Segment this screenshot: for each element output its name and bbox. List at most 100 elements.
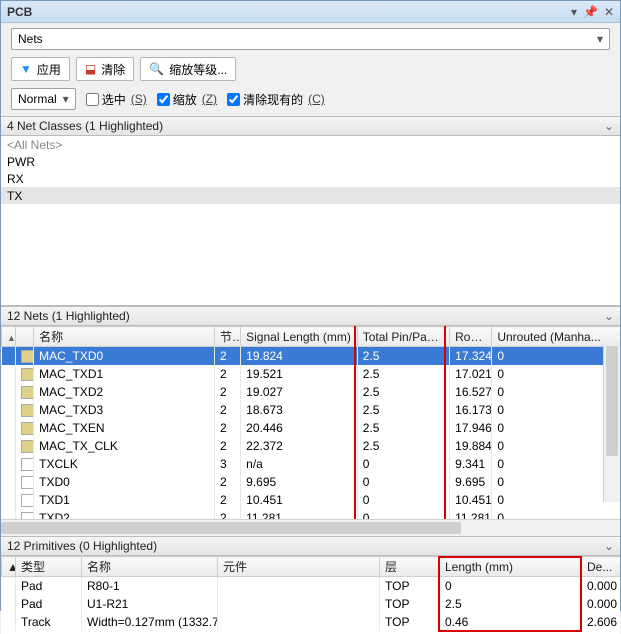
primitives-header-text: 12 Primitives (0 Highlighted)	[7, 539, 157, 553]
primitives-scroll[interactable]: ▲ 类型 名称 元件 层 Length (mm) De... PadR80-1T…	[1, 556, 620, 634]
primitives-section-header[interactable]: 12 Primitives (0 Highlighted) ⌄	[1, 536, 620, 556]
cell	[2, 365, 16, 383]
nets-row[interactable]: MAC_TXD1219.5212.517.0210	[2, 365, 621, 383]
net-color-swatch[interactable]	[21, 350, 34, 363]
nets-horizontal-scrollbar[interactable]	[1, 519, 620, 536]
cell: TXD1	[34, 491, 215, 509]
chevron-down-icon[interactable]: ⌄	[604, 539, 614, 553]
dropdown-icon[interactable]: ▾	[571, 5, 577, 19]
net-color-swatch[interactable]	[21, 404, 34, 417]
net-color-swatch[interactable]	[21, 386, 34, 399]
nets-row[interactable]: TXCLK3n/a09.3410	[2, 455, 621, 473]
nets-vertical-scrollbar[interactable]	[603, 346, 620, 502]
nets-row[interactable]: MAC_TXD3218.6732.516.1730	[2, 401, 621, 419]
nets-row[interactable]: TXD1210.451010.4510	[2, 491, 621, 509]
cell: 22.372	[241, 437, 358, 455]
cell	[2, 401, 16, 419]
clear-label: 清除	[101, 61, 125, 78]
primitives-header-row: ▲ 类型 名称 元件 层 Length (mm) De...	[2, 557, 621, 577]
cell	[16, 383, 34, 401]
netclass-row[interactable]: RX	[1, 170, 620, 187]
net-color-swatch[interactable]	[21, 476, 34, 489]
col-rout[interactable]: Rout...	[450, 327, 492, 347]
nets-row[interactable]: MAC_TX_CLK222.3722.519.8840	[2, 437, 621, 455]
display-mode-combo[interactable]: Normal ▾	[11, 88, 76, 110]
cell: 0	[492, 437, 620, 455]
netclass-list[interactable]: <All Nets>PWRRXTX	[1, 136, 620, 306]
display-mode-value: Normal	[18, 92, 57, 106]
primitive-row[interactable]: TrackWidth=0.127mm (1332.768mTOP0.462.60…	[2, 613, 621, 631]
cell: 19.027	[241, 383, 358, 401]
close-icon[interactable]: ✕	[604, 5, 614, 19]
cell: 2.5	[357, 347, 449, 365]
netclass-row[interactable]: <All Nets>	[1, 136, 620, 153]
net-color-swatch[interactable]	[21, 458, 34, 471]
cell: 2.606	[582, 613, 621, 631]
cell	[218, 577, 380, 595]
nets-row[interactable]: MAC_TXD2219.0272.516.5270	[2, 383, 621, 401]
net-color-swatch[interactable]	[21, 440, 34, 453]
panel-mode-dropdown[interactable]: Nets ▾	[11, 28, 610, 50]
col-unrouted[interactable]: Unrouted (Manha...	[492, 327, 620, 347]
col-component[interactable]: 元件	[218, 557, 380, 577]
cell: 0	[492, 491, 620, 509]
col-type[interactable]: 类型	[16, 557, 82, 577]
primitive-row[interactable]: PadR80-1TOP00.000	[2, 577, 621, 595]
col-name[interactable]: 名称	[82, 557, 218, 577]
cell	[2, 613, 16, 631]
select-checkbox[interactable]: 选中 (S)	[86, 91, 147, 108]
chevron-down-icon[interactable]: ⌄	[604, 309, 614, 323]
clear-button[interactable]: ⬓ 清除	[76, 57, 134, 81]
scrollbar-thumb[interactable]	[1, 522, 461, 534]
cell: 19.884	[450, 437, 492, 455]
nets-scroll[interactable]: ▲ 名称 节点数 Signal Length (mm) Total Pin/Pa…	[1, 326, 620, 519]
zoom-checkbox-input[interactable]	[157, 93, 170, 106]
cell: 0.000	[582, 577, 621, 595]
col-siglen[interactable]: Signal Length (mm)	[241, 327, 358, 347]
nets-row[interactable]: TXD2211.281011.2810	[2, 509, 621, 520]
clear-existing-checkbox-input[interactable]	[227, 93, 240, 106]
cell: 2.5	[440, 595, 582, 613]
pin-icon[interactable]: 📌	[583, 5, 598, 19]
apply-button[interactable]: ▼ 应用	[11, 57, 70, 81]
netclass-row[interactable]: PWR	[1, 153, 620, 170]
col-nodes[interactable]: 节点数	[215, 327, 241, 347]
scrollbar-thumb[interactable]	[606, 346, 618, 456]
netclass-row[interactable]: TX	[1, 187, 620, 204]
col-layer[interactable]: 层	[380, 557, 440, 577]
col-totalpin[interactable]: Total Pin/Packa...	[357, 327, 449, 347]
cell: 2.5	[357, 437, 449, 455]
nets-row[interactable]: MAC_TXEN220.4462.517.9460	[2, 419, 621, 437]
select-checkbox-input[interactable]	[86, 93, 99, 106]
chevron-down-icon[interactable]: ⌄	[604, 119, 614, 133]
cell: TOP	[380, 577, 440, 595]
net-color-swatch[interactable]	[21, 494, 34, 507]
col-length[interactable]: Length (mm)	[440, 557, 582, 577]
cell	[2, 419, 16, 437]
primitive-row[interactable]: PadU1-R21TOP2.50.000	[2, 595, 621, 613]
cell: 2.5	[357, 401, 449, 419]
cell: 0	[492, 365, 620, 383]
zoom-hotkey: (Z)	[202, 92, 217, 106]
cell: 0.46	[440, 613, 582, 631]
cell: U1-R21	[82, 595, 218, 613]
nets-row[interactable]: MAC_TXD0219.8242.517.3240	[2, 347, 621, 365]
col-de[interactable]: De...	[582, 557, 621, 577]
col-swatch[interactable]	[16, 327, 34, 347]
cell: MAC_TXD1	[34, 365, 215, 383]
clear-existing-checkbox[interactable]: 清除现有的 (C)	[227, 91, 325, 108]
zoom-checkbox[interactable]: 缩放 (Z)	[157, 91, 217, 108]
col-sort[interactable]: ▲	[2, 557, 16, 577]
nets-row[interactable]: TXD029.69509.6950	[2, 473, 621, 491]
nets-section-header[interactable]: 12 Nets (1 Highlighted) ⌄	[1, 306, 620, 326]
net-color-swatch[interactable]	[21, 368, 34, 381]
col-sort[interactable]: ▲	[2, 327, 16, 347]
col-name[interactable]: 名称	[34, 327, 215, 347]
zoom-grade-button[interactable]: 🔍 缩放等级...	[140, 57, 236, 81]
cell: 17.946	[450, 419, 492, 437]
cell: 17.324	[450, 347, 492, 365]
net-color-swatch[interactable]	[21, 512, 34, 519]
net-color-swatch[interactable]	[21, 422, 34, 435]
cell: TXD0	[34, 473, 215, 491]
netclass-section-header[interactable]: 4 Net Classes (1 Highlighted) ⌄	[1, 116, 620, 136]
